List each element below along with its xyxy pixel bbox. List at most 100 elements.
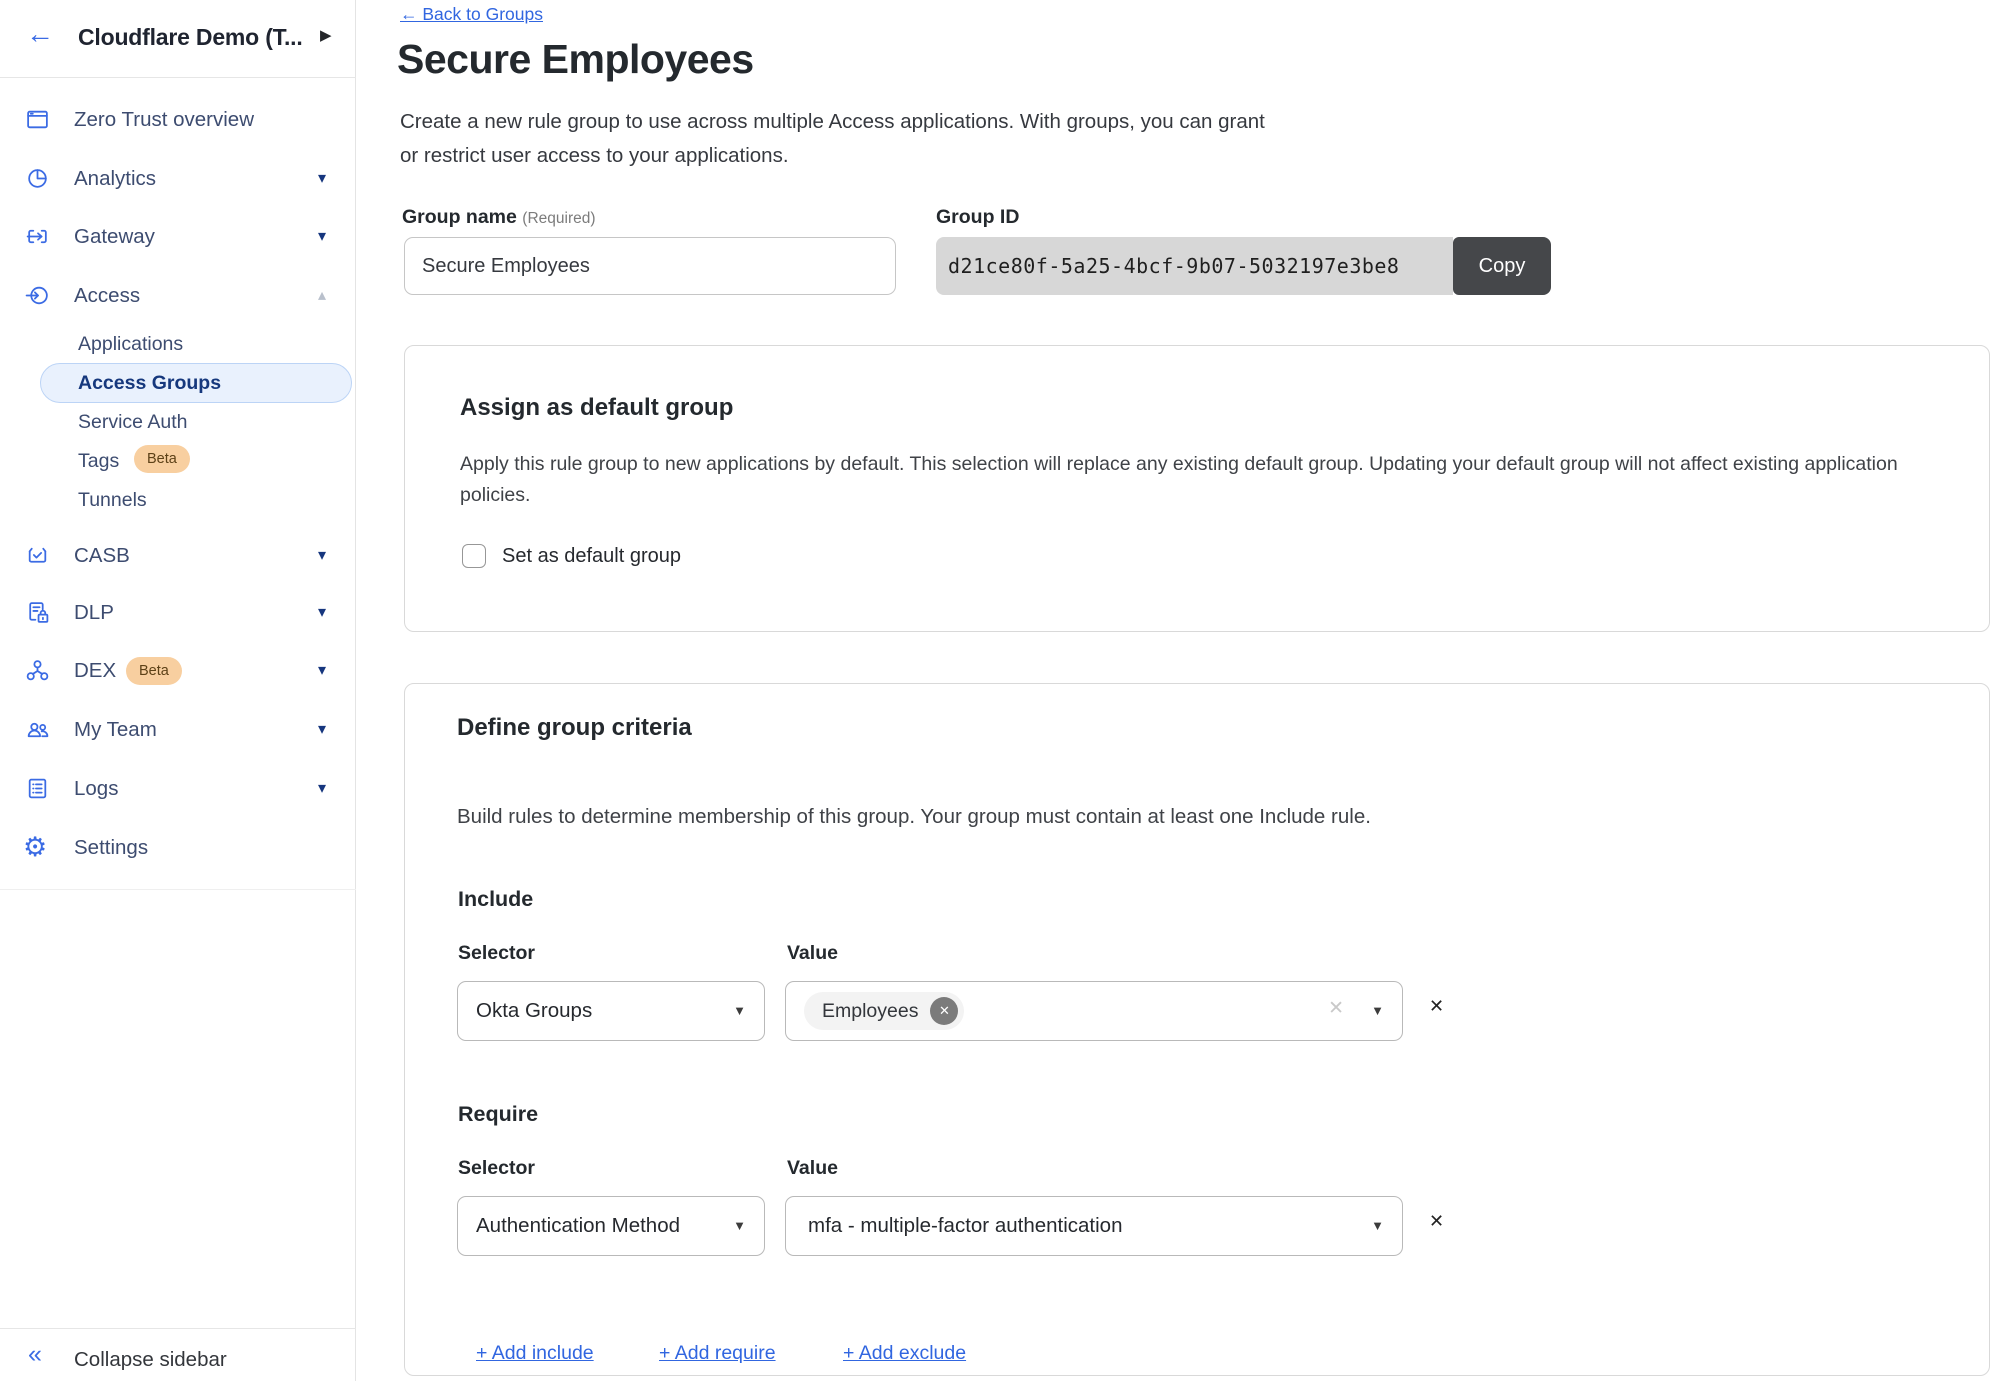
beta-badge: Beta (126, 657, 182, 685)
copy-button[interactable]: Copy (1453, 237, 1551, 295)
selector-label: Selector (458, 1157, 535, 1180)
sidebar-item-access[interactable]: Access ▴ (0, 274, 356, 318)
divider (0, 889, 356, 890)
card-description: Apply this rule group to new application… (460, 449, 1908, 510)
gear-icon: ⚙ (23, 832, 47, 863)
page-title: Secure Employees (397, 36, 754, 83)
casb-icon (25, 543, 50, 568)
clear-values-icon[interactable]: ✕ (1328, 997, 1344, 1020)
chevron-down-icon: ▾ (318, 660, 326, 680)
sidebar-item-casb[interactable]: CASB ▾ (0, 534, 356, 578)
include-selector-dropdown[interactable]: Okta Groups ▼ (457, 981, 765, 1041)
account-name[interactable]: Cloudflare Demo (T... (78, 24, 303, 51)
document-lock-icon (25, 600, 50, 625)
include-value-multiselect[interactable]: Employees ✕ ✕ ▼ (785, 981, 1403, 1041)
chevron-down-icon: ▼ (733, 1003, 746, 1018)
employees-chip: Employees ✕ (804, 992, 964, 1030)
sidebar-item-label: DEX (74, 659, 116, 683)
chevron-down-icon: ▾ (318, 226, 326, 246)
sidebar-item-label: Gateway (74, 225, 155, 249)
group-id-label: Group ID (936, 206, 1019, 229)
assign-default-group-card: Assign as default group Apply this rule … (404, 345, 1990, 632)
sidebar-item-zero-trust-overview[interactable]: Zero Trust overview (0, 98, 356, 142)
add-include-link[interactable]: + Add include (476, 1342, 594, 1365)
sidebar-item-label: My Team (74, 718, 157, 742)
sidebar-item-label: Tags (78, 450, 119, 473)
access-login-icon (25, 283, 50, 308)
page: ← Cloudflare Demo (T... ▶ Zero Trust ove… (0, 0, 1999, 1381)
sidebar-item-label: Service Auth (78, 411, 187, 434)
sidebar-item-label: Access (74, 284, 140, 308)
sidebar-item-logs[interactable]: Logs ▾ (0, 767, 356, 811)
remove-require-rule-icon[interactable]: ✕ (1429, 1211, 1444, 1232)
group-name-label: Group name (Required) (402, 206, 596, 229)
sidebar-item-dex[interactable]: DEX Beta ▾ (0, 649, 356, 693)
chevron-down-icon: ▾ (318, 168, 326, 188)
sidebar-item-label: Access Groups (78, 372, 221, 395)
require-selector-value: Authentication Method (476, 1197, 680, 1254)
sidebar-item-applications[interactable]: Applications (0, 326, 356, 364)
define-group-criteria-card: Define group criteria Build rules to det… (404, 683, 1990, 1376)
collapse-sidebar-icon[interactable]: « (28, 1340, 42, 1369)
sidebar-item-my-team[interactable]: My Team ▾ (0, 708, 356, 752)
card-heading: Define group criteria (457, 714, 692, 742)
sidebar-item-analytics[interactable]: Analytics ▾ (0, 157, 356, 201)
divider (0, 77, 356, 78)
page-description-line1: Create a new rule group to use across mu… (400, 110, 1265, 134)
page-description-line2: or restrict user access to your applicat… (400, 144, 789, 168)
include-heading: Include (458, 887, 533, 912)
sidebar-item-gateway[interactable]: Gateway ▾ (0, 215, 356, 259)
required-hint: (Required) (522, 210, 595, 227)
sidebar-item-dlp[interactable]: DLP ▾ (0, 591, 356, 635)
sidebar-item-tags[interactable]: Tags Beta (0, 443, 356, 481)
sidebar-item-tunnels[interactable]: Tunnels (0, 482, 356, 520)
sidebar-item-label: Tunnels (78, 489, 147, 512)
group-name-input[interactable] (404, 237, 896, 295)
value-label: Value (787, 1157, 838, 1180)
chevron-down-icon: ▾ (318, 719, 326, 739)
require-value-dropdown[interactable]: mfa - multiple-factor authentication ▼ (785, 1196, 1403, 1256)
remove-include-rule-icon[interactable]: ✕ (1429, 996, 1444, 1017)
beta-badge: Beta (134, 445, 190, 473)
require-selector-dropdown[interactable]: Authentication Method ▼ (457, 1196, 765, 1256)
sidebar: ← Cloudflare Demo (T... ▶ Zero Trust ove… (0, 0, 356, 1381)
remove-chip-icon[interactable]: ✕ (930, 997, 958, 1025)
gateway-icon (25, 224, 50, 249)
sidebar-item-service-auth[interactable]: Service Auth (0, 404, 356, 442)
selector-label: Selector (458, 942, 535, 965)
chevron-up-icon: ▴ (318, 285, 326, 305)
sidebar-item-label: Applications (78, 333, 183, 356)
chevron-down-icon: ▾ (318, 778, 326, 798)
card-heading: Assign as default group (460, 394, 733, 422)
require-heading: Require (458, 1102, 538, 1127)
sidebar-item-settings[interactable]: ⚙ Settings (0, 826, 356, 870)
back-to-groups-link[interactable]: ← Back to Groups (400, 4, 543, 25)
include-selector-value: Okta Groups (476, 982, 592, 1039)
group-name-label-text: Group name (402, 206, 517, 228)
collapse-sidebar-label[interactable]: Collapse sidebar (74, 1348, 227, 1372)
sidebar-item-label: Analytics (74, 167, 156, 191)
group-id-field: d21ce80f-5a25-4bcf-9b07-5032197e3be8 Cop… (936, 237, 1551, 295)
chevron-down-icon: ▼ (1371, 1003, 1384, 1018)
network-icon (25, 658, 50, 683)
chevron-down-icon: ▾ (318, 545, 326, 565)
value-label: Value (787, 942, 838, 965)
sidebar-item-label: Logs (74, 777, 118, 801)
back-arrow-icon[interactable]: ← (26, 18, 54, 50)
divider (0, 1328, 356, 1329)
sidebar-item-label: Settings (74, 836, 148, 860)
chevron-right-icon[interactable]: ▶ (320, 26, 332, 44)
add-require-link[interactable]: + Add require (659, 1342, 776, 1365)
group-id-value: d21ce80f-5a25-4bcf-9b07-5032197e3be8 (936, 237, 1453, 295)
card-description: Build rules to determine membership of t… (457, 802, 1371, 833)
sidebar-item-label: DLP (74, 601, 114, 625)
people-icon (25, 717, 50, 742)
set-default-group-checkbox[interactable] (462, 544, 486, 568)
sidebar-item-label: CASB (74, 544, 130, 568)
require-value: mfa - multiple-factor authentication (808, 1197, 1122, 1254)
sidebar-item-access-groups[interactable]: Access Groups (40, 363, 352, 403)
checkbox-label: Set as default group (502, 544, 681, 568)
chevron-down-icon: ▼ (733, 1218, 746, 1233)
add-exclude-link[interactable]: + Add exclude (843, 1342, 966, 1365)
logs-list-icon (25, 776, 50, 801)
